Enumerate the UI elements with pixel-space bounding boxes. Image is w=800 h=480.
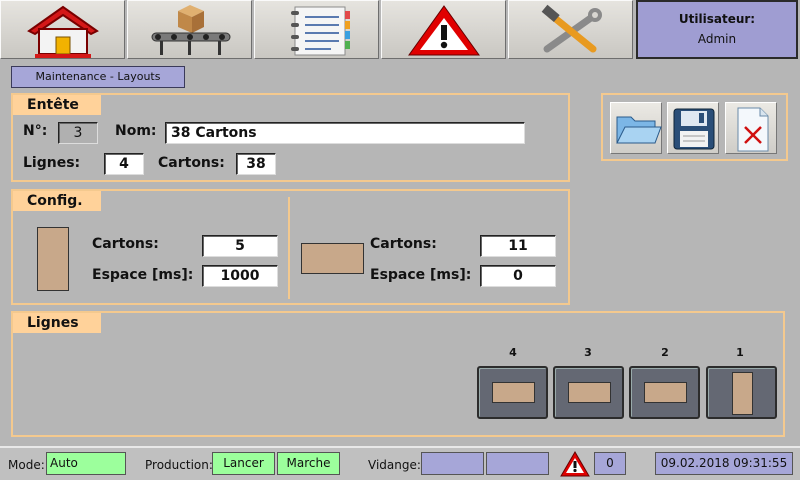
lancer-button[interactable]: Lancer <box>212 452 275 475</box>
user-name: Admin <box>697 32 737 46</box>
delete-document-icon <box>737 107 769 152</box>
vidange-field-1[interactable] <box>421 452 484 475</box>
alarm-warning-icon[interactable] <box>560 451 590 477</box>
warning-icon <box>408 5 480 56</box>
entete-title: Entête <box>13 95 101 115</box>
right-espace-field[interactable]: 0 <box>480 265 556 287</box>
conveyor-icon <box>151 5 231 55</box>
config-divider <box>288 197 290 299</box>
carton-horizontal <box>644 382 687 403</box>
line-button-2[interactable] <box>629 366 700 419</box>
save-button[interactable] <box>667 102 719 154</box>
alarm-count: 0 <box>594 452 626 475</box>
config-title: Config. <box>13 191 101 211</box>
home-icon <box>27 5 99 58</box>
lignes-title: Lignes <box>13 313 101 333</box>
vidange-label: Vidange: <box>368 458 421 472</box>
carton-vertical <box>732 372 753 415</box>
breadcrumb: Maintenance - Layouts <box>11 66 185 88</box>
carton-vertical <box>37 227 69 291</box>
floppy-save-icon <box>673 108 715 150</box>
line-number: 3 <box>584 346 592 359</box>
mode-label: Mode: <box>8 458 45 472</box>
config-group: Config. Cartons: 5 Espace [ms]: 1000 Car… <box>11 189 570 305</box>
alarms-button[interactable] <box>381 0 506 59</box>
marche-button[interactable]: Marche <box>277 452 340 475</box>
line-button-3[interactable] <box>553 366 624 419</box>
recipes-button[interactable] <box>254 0 379 59</box>
production-label: Production: <box>145 458 213 472</box>
user-label: Utilisateur: <box>678 12 756 26</box>
user-panel[interactable]: Utilisateur: Admin <box>636 0 798 59</box>
num-label: N°: <box>23 123 48 139</box>
left-cartons-label: Cartons: <box>92 236 159 252</box>
carton-horizontal <box>301 243 364 274</box>
production-button[interactable] <box>127 0 252 59</box>
open-button[interactable] <box>610 102 662 154</box>
line-button-1[interactable] <box>706 366 777 419</box>
line-number: 2 <box>661 346 669 359</box>
tools-icon <box>541 4 602 53</box>
right-cartons-field[interactable]: 11 <box>480 235 556 257</box>
carton-horizontal <box>492 382 535 403</box>
mode-field: Auto <box>46 452 126 475</box>
lignes-field[interactable]: 4 <box>104 153 144 175</box>
folder-open-icon <box>616 116 662 144</box>
cartons-label: Cartons: <box>158 155 225 171</box>
carton-horizontal <box>568 382 611 403</box>
nom-field[interactable]: 38 Cartons <box>165 122 525 144</box>
right-cartons-label: Cartons: <box>370 236 437 252</box>
home-button[interactable] <box>0 0 125 59</box>
notebook-icon <box>291 6 350 56</box>
status-bar: Mode: Auto Production: Lancer Marche Vid… <box>0 446 800 480</box>
entete-group: Entête N°: 3 Nom: 38 Cartons Lignes: 4 C… <box>11 93 570 182</box>
lignes-label: Lignes: <box>23 155 81 171</box>
delete-button[interactable] <box>725 102 777 154</box>
line-number: 4 <box>509 346 517 359</box>
nom-label: Nom: <box>115 123 157 139</box>
datetime-display: 09.02.2018 09:31:55 <box>655 452 793 475</box>
vidange-field-2[interactable] <box>486 452 549 475</box>
left-cartons-field[interactable]: 5 <box>202 235 278 257</box>
left-espace-field[interactable]: 1000 <box>202 265 278 287</box>
cartons-field[interactable]: 38 <box>236 153 276 175</box>
right-espace-label: Espace [ms]: <box>370 267 472 283</box>
settings-button[interactable] <box>508 0 633 59</box>
line-button-4[interactable] <box>477 366 548 419</box>
num-field: 3 <box>58 122 98 144</box>
left-espace-label: Espace [ms]: <box>92 267 194 283</box>
top-navigation: Utilisateur: Admin <box>0 0 800 59</box>
line-number: 1 <box>736 346 744 359</box>
